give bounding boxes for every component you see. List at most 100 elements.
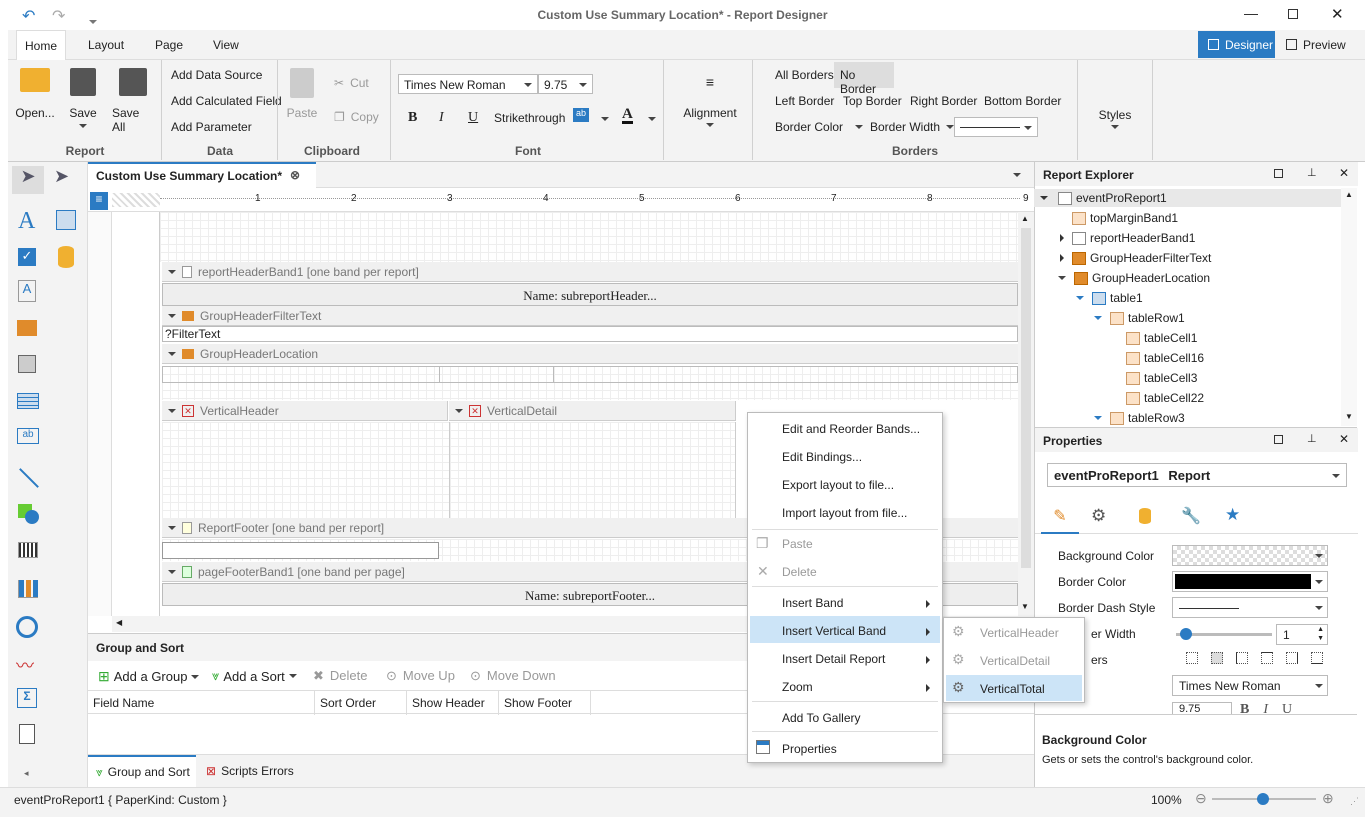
pin-icon[interactable]: ⊥ [1307,166,1317,179]
paste-button[interactable]: Paste [286,68,318,120]
delete-group-button[interactable]: ✖ Delete [313,668,367,684]
tab-layout[interactable]: Layout [88,38,124,52]
menu-edit-reorder-bands[interactable]: Edit and Reorder Bands... [782,422,920,436]
minimize-icon[interactable]: — [1244,5,1258,21]
underline-button[interactable]: U [468,110,478,126]
submenu-vertical-detail[interactable]: VerticalDetail [980,654,1050,668]
component-selector[interactable]: eventProReport1 Report [1047,463,1347,487]
add-calculated-field-button[interactable]: Add Calculated Field [171,94,282,108]
line-tool-icon[interactable] [19,468,39,488]
location-band[interactable]: GroupHeaderLocation [162,344,1018,364]
textbox-tool-icon[interactable]: ab [17,428,39,444]
location-table[interactable] [162,366,1018,400]
tab-page[interactable]: Page [155,38,183,52]
tab-behavior-icon[interactable]: ⚙ [1091,506,1106,526]
maximize-icon[interactable] [1288,9,1298,19]
report-footer-field[interactable] [162,542,439,559]
no-border-button[interactable]: No Border [834,62,894,96]
font-style-buttons[interactable]: BIU [1240,702,1306,714]
close-panel-icon[interactable]: ✕ [1339,166,1349,180]
left-border-button[interactable]: Left Border [775,94,834,108]
add-data-source-button[interactable]: Add Data Source [171,68,262,82]
resize-grip-icon[interactable]: ⋰ [1350,796,1359,807]
all-borders-button[interactable]: All Borders [775,68,834,82]
tab-appearance-icon[interactable]: ✎ [1041,502,1079,534]
column-show-header[interactable]: Show Header [412,696,485,710]
menu-add-to-gallery[interactable]: Add To Gallery [782,711,861,725]
border-color-button[interactable]: Border Color [775,120,864,134]
font-editor[interactable]: Times New Roman [1172,675,1328,696]
pointer2-tool-icon[interactable]: ➤ [54,166,69,187]
add-parameter-button[interactable]: Add Parameter [171,120,252,134]
tree-item-table-cell[interactable]: tableCell3 [1126,369,1197,387]
cut-button[interactable]: ✂ Cut [334,76,369,90]
column-field-name[interactable]: Field Name [93,696,154,710]
report-header-content[interactable]: Name: subreportHeader... [162,283,1018,306]
tree-item-top-margin[interactable]: topMarginBand1 [1072,209,1178,227]
menu-import-layout[interactable]: Import layout from file... [782,506,907,520]
database-tool-icon[interactable] [58,246,74,268]
tree-item-table-cell[interactable]: tableCell22 [1126,389,1204,407]
font-color-icon[interactable]: A [622,107,633,124]
tree-item-report[interactable]: eventProReport1 [1034,189,1341,207]
menu-edit-bindings[interactable]: Edit Bindings... [782,450,862,464]
alignment-button[interactable]: ≡ Alignment [683,74,737,127]
vertical-detail-band[interactable]: ✕ VerticalDetail [449,401,736,421]
zoom-out-icon[interactable]: ⊖ [1195,790,1207,807]
open-button[interactable]: Open... [14,68,56,120]
add-group-button[interactable]: ⊞ Add a Group [98,668,200,685]
tabs-dropdown-icon[interactable] [1013,173,1021,177]
borders-editor[interactable] [1186,652,1326,668]
barcode-tool-icon[interactable] [18,542,38,558]
vertical-header-band[interactable]: ✕ VerticalHeader [162,401,448,421]
panel-tool-icon[interactable] [18,355,36,373]
tab-view[interactable]: View [213,38,239,52]
add-sort-button[interactable]: ⩔ Add a Sort [212,668,297,684]
submenu-vertical-header[interactable]: VerticalHeader [980,626,1059,640]
border-width-button[interactable]: Border Width [870,120,955,134]
tree-item-filter[interactable]: GroupHeaderFilterText [1060,249,1211,267]
copy-button[interactable]: ❐ Copy [334,110,379,124]
tab-design-icon[interactable]: 🔧 [1181,506,1201,526]
background-color-editor[interactable] [1172,545,1328,566]
top-border-button[interactable]: Top Border [843,94,902,108]
menu-export-layout[interactable]: Export layout to file... [782,478,894,492]
document-tab[interactable]: Custom Use Summary Location* ⊗ [88,162,316,188]
menu-insert-detail-report[interactable]: Insert Detail Report [782,652,885,666]
checkbox-tool-icon[interactable]: ✓ [18,248,36,266]
border-width-slider[interactable] [1176,628,1272,640]
menu-insert-band[interactable]: Insert Band [782,596,843,610]
ruler-menu-icon[interactable]: ≡ [90,192,108,210]
right-border-button[interactable]: Right Border [910,94,977,108]
bottom-border-button[interactable]: Bottom Border [984,94,1061,108]
close-icon[interactable]: ✕ [1331,5,1344,23]
menu-insert-vertical-band[interactable]: Insert Vertical Band [782,624,886,638]
designer-button[interactable]: Designer [1198,31,1275,58]
border-width-spinner[interactable]: 1 ▲ ▼ [1276,624,1328,645]
chart-tool-icon[interactable] [18,580,38,598]
table-tool-icon[interactable] [56,210,76,230]
gauge-tool-icon[interactable] [16,616,38,638]
styles-button[interactable]: Styles [1095,108,1135,129]
filter-band[interactable]: GroupHeaderFilterText [162,306,1018,326]
close-panel-icon[interactable]: ✕ [1339,432,1349,446]
move-down-button[interactable]: ⊙ Move Down [470,668,556,684]
label-tool-icon[interactable]: A [18,208,35,235]
strikethrough-button[interactable]: Strikethrough [494,111,565,125]
float-icon[interactable] [1274,169,1283,178]
grid-tool-icon[interactable] [17,393,39,409]
menu-paste[interactable]: Paste [782,537,813,551]
close-tab-icon[interactable]: ⊗ [290,168,300,182]
font-size-editor[interactable]: 9.75 [1172,702,1232,714]
zoom-slider[interactable] [1212,793,1316,805]
border-dash-editor[interactable] [1172,597,1328,618]
picture-tool-icon[interactable] [17,320,37,336]
border-dash-combo[interactable] [954,117,1038,137]
tree-item-report-header[interactable]: reportHeaderBand1 [1060,229,1195,247]
tab-scripts-errors[interactable]: ⊠ Scripts Errors [206,755,294,787]
save-all-button[interactable]: Save All [112,68,154,134]
tab-data-icon[interactable] [1139,508,1151,524]
move-up-button[interactable]: ⊙ Move Up [386,668,455,684]
tree-item-table-cell[interactable]: tableCell16 [1126,349,1204,367]
tree-item-table-cell[interactable]: tableCell1 [1126,329,1197,347]
